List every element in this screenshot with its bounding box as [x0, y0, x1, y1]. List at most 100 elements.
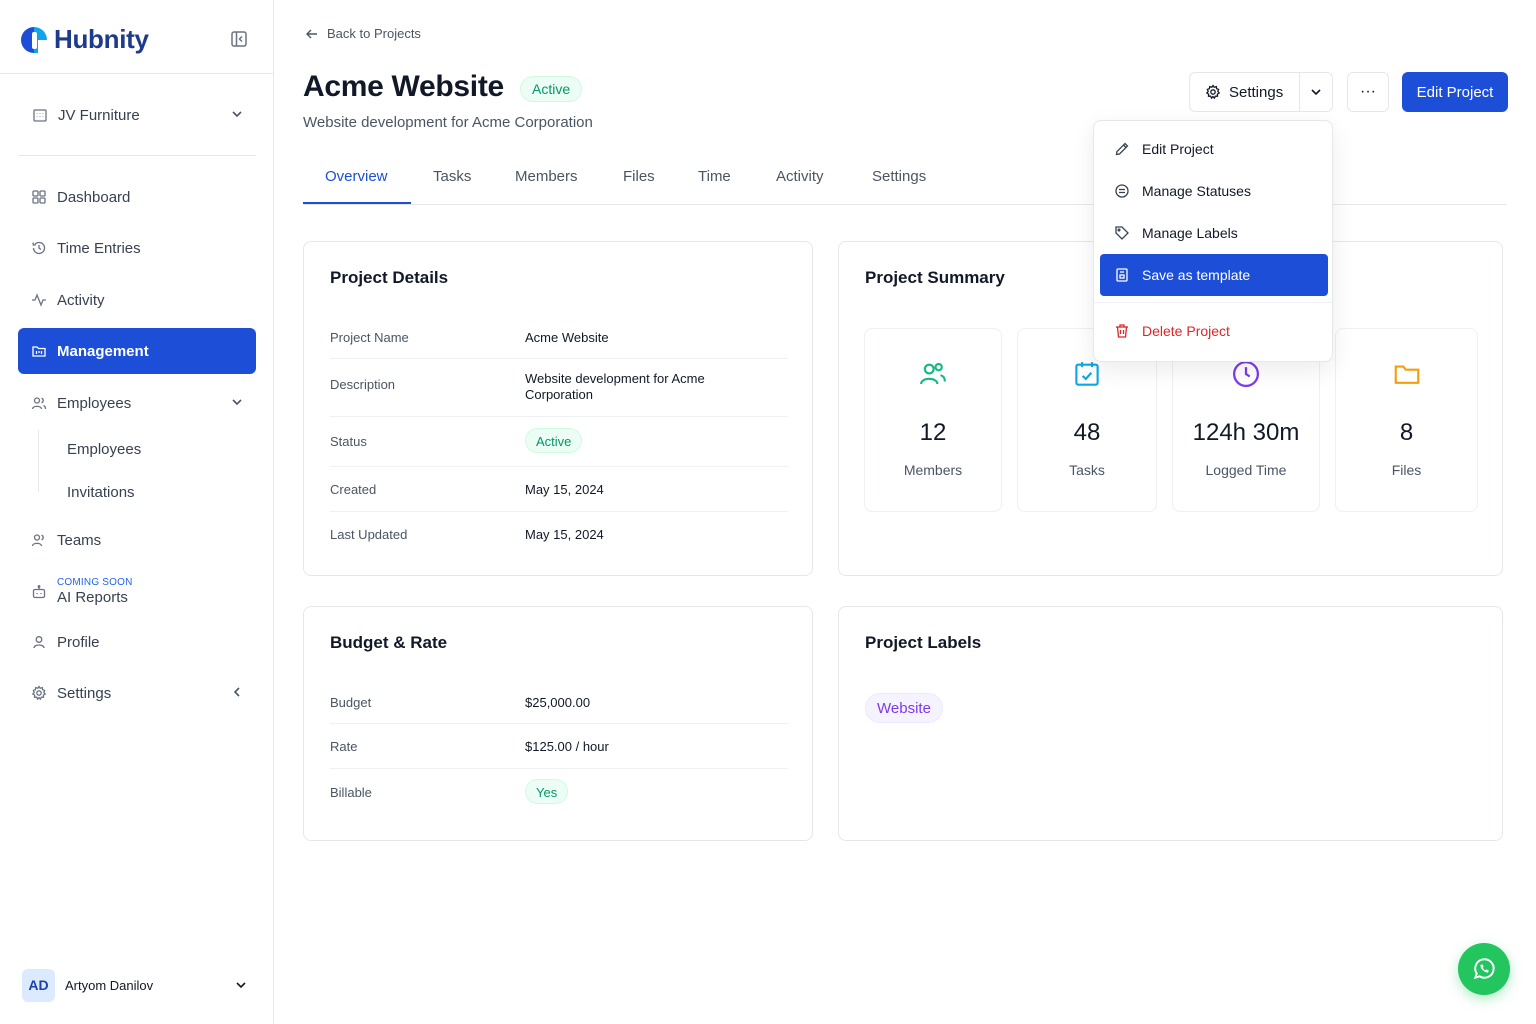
card-title: Project Labels [865, 633, 982, 652]
detail-label: Last Updated [330, 527, 408, 542]
history-icon [32, 241, 46, 255]
detail-value: Website development for Acme Corporation [525, 371, 705, 402]
gear-icon [31, 685, 47, 701]
sidebar-item-label: AI Reports [57, 589, 128, 606]
brand-name: Hubnity [54, 24, 149, 54]
budget-value: $25,000.00 [525, 695, 591, 710]
detail-value: May 15, 2024 [525, 527, 604, 542]
brand-logo[interactable]: Hubnity [20, 24, 149, 55]
active-tab-indicator [303, 202, 411, 204]
chevron-left-icon [233, 687, 240, 697]
sidebar: Hubnity JV Furniture Dashboard Time Entr… [0, 0, 274, 1024]
menu-item-label: Manage Labels [1142, 225, 1238, 241]
sidebar-item-profile[interactable]: Profile [18, 619, 256, 665]
stat-value: 12 [919, 419, 947, 446]
bot-icon [32, 585, 46, 599]
budget-row: Billable Yes [330, 769, 788, 819]
org-switcher[interactable]: JV Furniture [18, 92, 256, 138]
chevron-down-icon [1311, 89, 1321, 96]
settings-split-button: Settings [1189, 72, 1333, 112]
more-options-button[interactable]: ··· [1347, 72, 1389, 112]
label-chip[interactable]: Website [865, 693, 943, 723]
avatar: AD [22, 968, 55, 1002]
detail-label: Project Name [330, 330, 409, 345]
card-title: Budget & Rate [330, 633, 448, 652]
clock-icon [1233, 361, 1259, 387]
settings-dropdown-toggle[interactable] [1300, 73, 1332, 111]
detail-row: Status Active [330, 417, 788, 467]
sidebar-item-management[interactable]: Management [18, 328, 256, 374]
user-menu[interactable]: AD Artyom Danilov [22, 968, 254, 1002]
menu-item-label: Edit Project [1142, 141, 1214, 157]
sidebar-item-label: Teams [57, 531, 102, 549]
budget-row: Budget $25,000.00 [330, 679, 788, 724]
status-badge: Active [525, 428, 583, 453]
detail-value: May 15, 2024 [525, 482, 604, 497]
card-title: Project Details [330, 268, 449, 287]
sidebar-item-label: Employees [57, 394, 132, 412]
stat-files[interactable]: 8 Files [1335, 328, 1478, 512]
sidebar-item-label: Management [57, 342, 149, 360]
back-to-projects-link[interactable]: Back to Projects [305, 26, 421, 41]
org-name: JV Furniture [58, 106, 140, 124]
card-title: Project Summary [865, 268, 1005, 287]
menu-item-edit-project[interactable]: Edit Project [1100, 128, 1328, 170]
stat-label: Tasks [1069, 462, 1105, 478]
page-subtitle: Website development for Acme Corporation [303, 114, 593, 131]
tab-files[interactable]: Files [623, 168, 655, 185]
sidebar-item-label: Dashboard [57, 188, 131, 206]
activity-icon [32, 293, 46, 307]
sidebar-item-teams[interactable]: Teams [18, 517, 256, 563]
rate-value: $125.00 / hour [525, 739, 609, 754]
sidebar-item-settings[interactable]: Settings [18, 670, 256, 716]
tab-time[interactable]: Time [698, 168, 731, 185]
project-details-card: Project Details Project Name Acme Websit… [303, 241, 813, 576]
sidebar-item-activity[interactable]: Activity [18, 277, 256, 323]
submenu-line [38, 430, 39, 492]
chevron-down-icon [232, 111, 242, 118]
folder-icon [1394, 365, 1419, 384]
menu-item-label: Delete Project [1142, 323, 1230, 339]
menu-item-label: Save as template [1142, 267, 1251, 283]
whatsapp-chat-button[interactable] [1458, 943, 1510, 995]
tab-activity[interactable]: Activity [776, 168, 824, 185]
menu-item-manage-statuses[interactable]: Manage Statuses [1100, 170, 1328, 212]
back-label: Back to Projects [327, 26, 421, 41]
settings-button[interactable]: Settings [1190, 73, 1300, 111]
sidebar-item-ai-reports[interactable]: COMING SOON AI Reports [18, 569, 256, 615]
stat-value: 124h 30m [1192, 419, 1300, 446]
sidebar-item-employees[interactable]: Employees [18, 380, 256, 426]
tab-members[interactable]: Members [515, 168, 578, 185]
tab-settings[interactable]: Settings [872, 168, 926, 185]
project-labels-card: Project Labels Website [838, 606, 1503, 841]
stat-label: Members [903, 462, 963, 478]
tab-tasks[interactable]: Tasks [433, 168, 471, 185]
whatsapp-icon [1473, 958, 1495, 980]
menu-item-save-as-template[interactable]: Save as template [1100, 254, 1328, 296]
sidebar-item-label: Time Entries [57, 239, 141, 257]
statuses-icon [1115, 184, 1129, 198]
folder-kanban-icon [32, 346, 46, 357]
budget-rate-card: Budget & Rate Budget $25,000.00 Rate $12… [303, 606, 813, 841]
users-icon [920, 362, 946, 385]
user-icon [33, 636, 45, 649]
detail-label: Description [330, 377, 396, 392]
sidebar-subitem-employees[interactable]: Employees [67, 441, 141, 458]
menu-item-manage-labels[interactable]: Manage Labels [1100, 212, 1328, 254]
rate-label: Rate [330, 739, 358, 754]
menu-item-label: Manage Statuses [1142, 183, 1251, 199]
settings-label: Settings [1229, 83, 1284, 101]
detail-row: Project Name Acme Website [330, 322, 788, 359]
detail-label: Created [330, 482, 377, 497]
sidebar-subitem-invitations[interactable]: Invitations [67, 484, 135, 501]
sidebar-collapse-icon[interactable] [230, 30, 248, 48]
status-badge: Active [520, 76, 583, 102]
menu-item-delete-project[interactable]: Delete Project [1100, 310, 1328, 352]
edit-project-button[interactable]: Edit Project [1402, 72, 1508, 112]
sidebar-item-dashboard[interactable]: Dashboard [18, 174, 256, 220]
sidebar-item-label: Profile [57, 633, 100, 651]
sidebar-item-time-entries[interactable]: Time Entries [18, 225, 256, 271]
stat-value: 48 [1073, 419, 1101, 446]
stat-members[interactable]: 12 Members [864, 328, 1002, 512]
tab-overview[interactable]: Overview [325, 168, 388, 185]
